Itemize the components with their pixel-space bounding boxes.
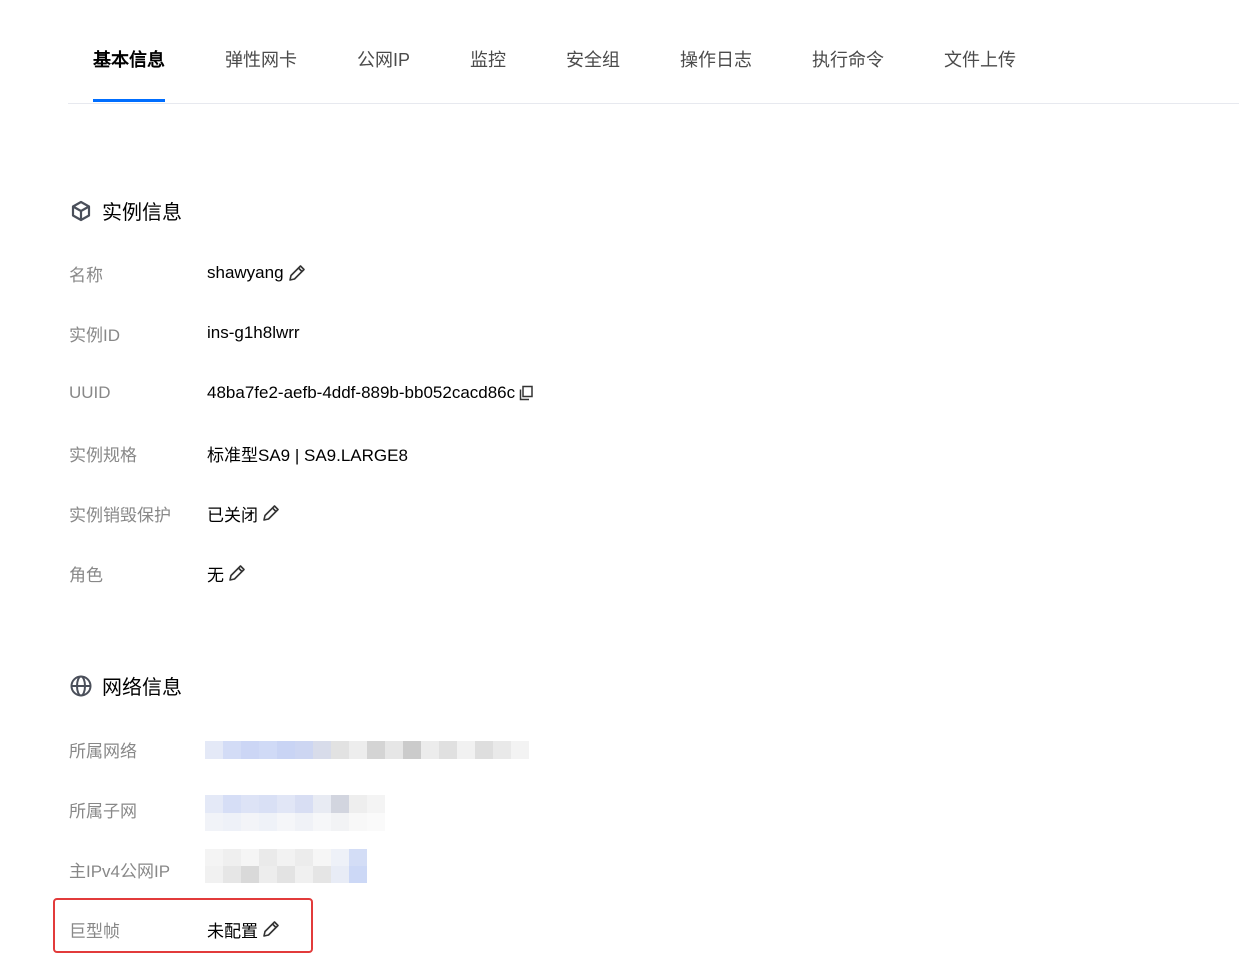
instance-info-heading: 实例信息 <box>69 196 182 225</box>
tab-elastic-nic[interactable]: 弹性网卡 <box>225 46 297 72</box>
field-label: 主IPv4公网IP <box>69 861 171 881</box>
field-value: 已关闭 <box>207 505 258 525</box>
edit-icon[interactable] <box>226 562 248 584</box>
field-label: 所属网络 <box>69 741 137 761</box>
field-label: UUID <box>69 383 111 402</box>
redacted-subnet-value <box>205 795 385 831</box>
field-value: ins-g1h8lwrr <box>207 323 300 342</box>
tab-operation-log[interactable]: 操作日志 <box>680 46 752 72</box>
field-label: 角色 <box>69 565 103 585</box>
redacted-vpc-value <box>205 741 529 759</box>
tab-file-upload[interactable]: 文件上传 <box>944 46 1016 72</box>
field-value: 无 <box>207 565 224 585</box>
tab-basic-info[interactable]: 基本信息 <box>93 46 165 72</box>
field-value: shawyang <box>207 263 284 282</box>
field-value: 标准型SA9 | SA9.LARGE8 <box>207 445 408 465</box>
field-label: 实例销毁保护 <box>69 505 171 525</box>
tab-public-ip[interactable]: 公网IP <box>357 46 410 72</box>
edit-icon[interactable] <box>286 262 308 284</box>
highlight-box <box>53 898 313 953</box>
network-info-heading: 网络信息 <box>69 671 182 700</box>
section-title: 网络信息 <box>102 677 182 699</box>
tab-security-group[interactable]: 安全组 <box>566 46 620 72</box>
field-label: 实例规格 <box>69 445 137 465</box>
copy-icon[interactable] <box>517 384 535 402</box>
field-label: 实例ID <box>69 325 120 345</box>
tab-bar: 基本信息 弹性网卡 公网IP 监控 安全组 操作日志 执行命令 文件上传 <box>68 0 1239 104</box>
redacted-public-ip-value <box>205 849 367 883</box>
tab-run-command[interactable]: 执行命令 <box>812 46 884 72</box>
edit-icon[interactable] <box>260 502 282 524</box>
tab-monitoring[interactable]: 监控 <box>470 46 506 72</box>
active-tab-indicator <box>93 99 165 102</box>
field-label: 所属子网 <box>69 801 137 821</box>
cube-icon <box>69 199 93 223</box>
field-value: 48ba7fe2-aefb-4ddf-889b-bb052cacd86c <box>207 383 516 402</box>
field-label: 名称 <box>69 265 103 285</box>
globe-icon <box>69 674 93 698</box>
section-title: 实例信息 <box>102 202 182 224</box>
